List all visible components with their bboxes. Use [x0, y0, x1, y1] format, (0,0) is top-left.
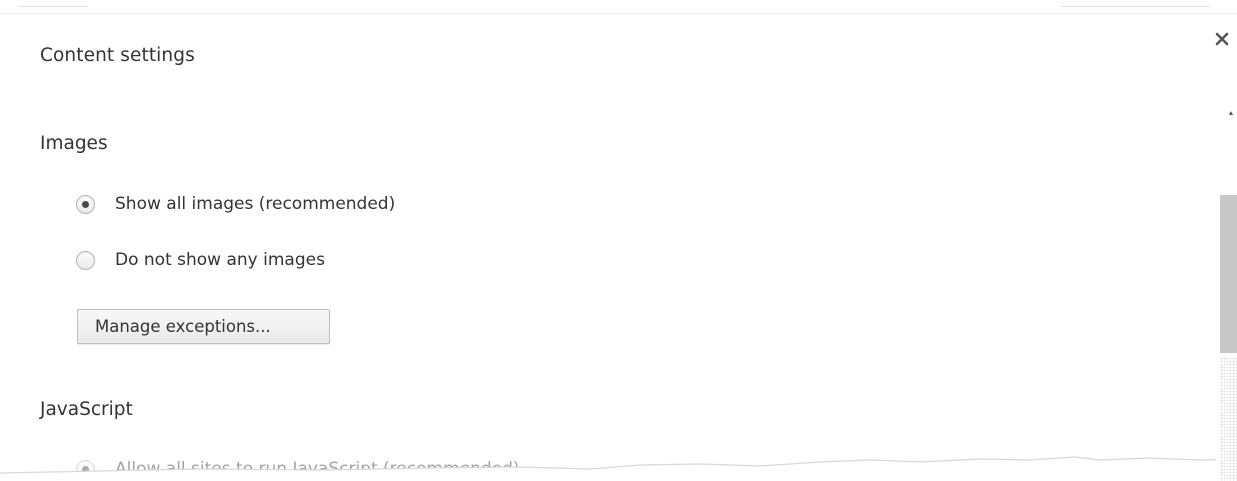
radio-button-checked[interactable] — [76, 459, 95, 479]
settings-content: Images Show all images (recommended) Do … — [0, 95, 1216, 481]
dialog-title: Content settings — [40, 45, 195, 66]
scroll-up-button[interactable] — [1216, 103, 1237, 117]
torn-top-edge — [0, 0, 1237, 14]
radio-do-not-show-images[interactable]: Do not show any images — [76, 248, 325, 272]
vertical-scrollbar[interactable] — [1216, 95, 1237, 481]
content-settings-page: Content settings Images Show all images … — [0, 0, 1237, 481]
close-icon — [1215, 32, 1229, 46]
radio-allow-javascript[interactable]: Allow all sites to run JavaScript (recom… — [76, 457, 520, 481]
scrollbar-thumb[interactable] — [1220, 195, 1237, 353]
images-section-heading: Images — [40, 133, 108, 154]
scroll-up-arrow-icon — [1229, 111, 1233, 115]
radio-button-unchecked[interactable] — [76, 250, 95, 270]
close-button[interactable] — [1213, 30, 1231, 48]
radio-label: Allow all sites to run JavaScript (recom… — [115, 459, 520, 479]
top-edge-fragment — [1060, 6, 1210, 7]
radio-show-all-images[interactable]: Show all images (recommended) — [76, 192, 395, 216]
javascript-section-heading: JavaScript — [40, 399, 133, 420]
radio-button-checked[interactable] — [76, 194, 95, 214]
radio-label: Show all images (recommended) — [115, 194, 396, 214]
radio-label: Do not show any images — [115, 250, 325, 270]
top-edge-fragment — [18, 6, 88, 7]
scrollbar-track[interactable] — [1220, 357, 1237, 481]
manage-exceptions-button[interactable]: Manage exceptions... — [77, 309, 330, 344]
